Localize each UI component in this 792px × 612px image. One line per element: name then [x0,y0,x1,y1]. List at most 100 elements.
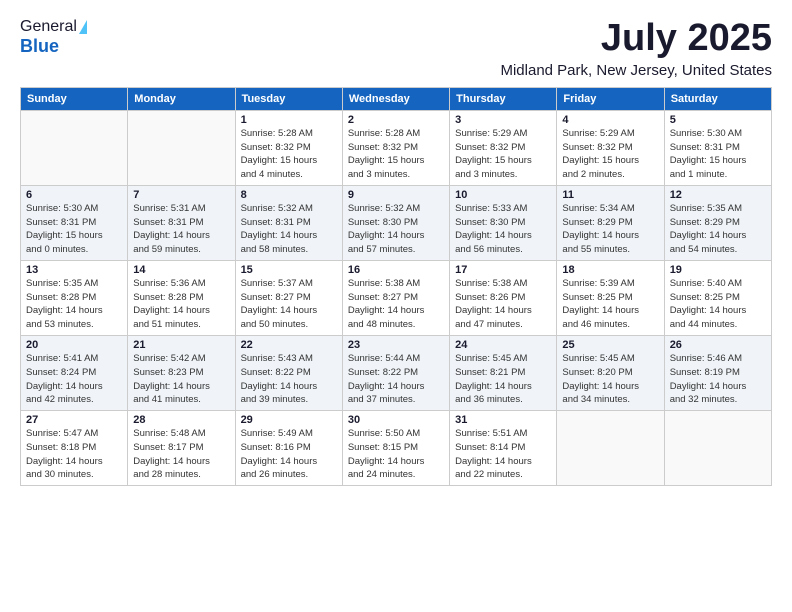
day-info: Sunrise: 5:49 AM Sunset: 8:16 PM Dayligh… [241,427,337,482]
table-row: 5Sunrise: 5:30 AM Sunset: 8:31 PM Daylig… [664,110,771,185]
day-info: Sunrise: 5:32 AM Sunset: 8:31 PM Dayligh… [241,202,337,257]
day-number: 13 [26,264,122,276]
table-row: 24Sunrise: 5:45 AM Sunset: 8:21 PM Dayli… [450,335,557,410]
day-number: 5 [670,114,766,126]
day-number: 23 [348,339,444,351]
col-tuesday: Tuesday [235,87,342,110]
table-row: 26Sunrise: 5:46 AM Sunset: 8:19 PM Dayli… [664,335,771,410]
day-number: 18 [562,264,658,276]
day-info: Sunrise: 5:48 AM Sunset: 8:17 PM Dayligh… [133,427,229,482]
day-info: Sunrise: 5:33 AM Sunset: 8:30 PM Dayligh… [455,202,551,257]
logo-blue: Blue [20,36,59,57]
table-row: 7Sunrise: 5:31 AM Sunset: 8:31 PM Daylig… [128,185,235,260]
table-row: 13Sunrise: 5:35 AM Sunset: 8:28 PM Dayli… [21,260,128,335]
table-row [128,110,235,185]
calendar-week-row: 13Sunrise: 5:35 AM Sunset: 8:28 PM Dayli… [21,260,772,335]
day-info: Sunrise: 5:43 AM Sunset: 8:22 PM Dayligh… [241,352,337,407]
logo: General Blue [20,18,87,57]
day-info: Sunrise: 5:47 AM Sunset: 8:18 PM Dayligh… [26,427,122,482]
table-row [664,411,771,486]
table-row: 29Sunrise: 5:49 AM Sunset: 8:16 PM Dayli… [235,411,342,486]
day-info: Sunrise: 5:30 AM Sunset: 8:31 PM Dayligh… [670,127,766,182]
day-number: 16 [348,264,444,276]
calendar-week-row: 27Sunrise: 5:47 AM Sunset: 8:18 PM Dayli… [21,411,772,486]
table-row: 8Sunrise: 5:32 AM Sunset: 8:31 PM Daylig… [235,185,342,260]
table-row: 9Sunrise: 5:32 AM Sunset: 8:30 PM Daylig… [342,185,449,260]
day-number: 31 [455,414,551,426]
day-info: Sunrise: 5:38 AM Sunset: 8:27 PM Dayligh… [348,277,444,332]
table-row: 21Sunrise: 5:42 AM Sunset: 8:23 PM Dayli… [128,335,235,410]
table-row: 6Sunrise: 5:30 AM Sunset: 8:31 PM Daylig… [21,185,128,260]
table-row: 10Sunrise: 5:33 AM Sunset: 8:30 PM Dayli… [450,185,557,260]
table-row [557,411,664,486]
day-number: 26 [670,339,766,351]
day-number: 21 [133,339,229,351]
day-number: 19 [670,264,766,276]
day-info: Sunrise: 5:46 AM Sunset: 8:19 PM Dayligh… [670,352,766,407]
day-number: 15 [241,264,337,276]
table-row: 23Sunrise: 5:44 AM Sunset: 8:22 PM Dayli… [342,335,449,410]
day-info: Sunrise: 5:42 AM Sunset: 8:23 PM Dayligh… [133,352,229,407]
day-info: Sunrise: 5:37 AM Sunset: 8:27 PM Dayligh… [241,277,337,332]
table-row: 19Sunrise: 5:40 AM Sunset: 8:25 PM Dayli… [664,260,771,335]
table-row: 15Sunrise: 5:37 AM Sunset: 8:27 PM Dayli… [235,260,342,335]
day-number: 8 [241,189,337,201]
table-row: 27Sunrise: 5:47 AM Sunset: 8:18 PM Dayli… [21,411,128,486]
table-row: 25Sunrise: 5:45 AM Sunset: 8:20 PM Dayli… [557,335,664,410]
calendar-week-row: 6Sunrise: 5:30 AM Sunset: 8:31 PM Daylig… [21,185,772,260]
day-number: 28 [133,414,229,426]
month-title: July 2025 [500,18,772,60]
table-row: 20Sunrise: 5:41 AM Sunset: 8:24 PM Dayli… [21,335,128,410]
table-row: 12Sunrise: 5:35 AM Sunset: 8:29 PM Dayli… [664,185,771,260]
day-info: Sunrise: 5:35 AM Sunset: 8:29 PM Dayligh… [670,202,766,257]
day-number: 2 [348,114,444,126]
logo-triangle-icon [79,20,87,34]
table-row: 22Sunrise: 5:43 AM Sunset: 8:22 PM Dayli… [235,335,342,410]
day-info: Sunrise: 5:45 AM Sunset: 8:21 PM Dayligh… [455,352,551,407]
day-info: Sunrise: 5:41 AM Sunset: 8:24 PM Dayligh… [26,352,122,407]
day-number: 30 [348,414,444,426]
table-row: 28Sunrise: 5:48 AM Sunset: 8:17 PM Dayli… [128,411,235,486]
day-info: Sunrise: 5:28 AM Sunset: 8:32 PM Dayligh… [241,127,337,182]
day-number: 11 [562,189,658,201]
day-number: 12 [670,189,766,201]
table-row [21,110,128,185]
col-thursday: Thursday [450,87,557,110]
day-number: 4 [562,114,658,126]
day-info: Sunrise: 5:50 AM Sunset: 8:15 PM Dayligh… [348,427,444,482]
day-info: Sunrise: 5:39 AM Sunset: 8:25 PM Dayligh… [562,277,658,332]
day-number: 1 [241,114,337,126]
day-info: Sunrise: 5:32 AM Sunset: 8:30 PM Dayligh… [348,202,444,257]
day-number: 14 [133,264,229,276]
table-row: 3Sunrise: 5:29 AM Sunset: 8:32 PM Daylig… [450,110,557,185]
table-row: 11Sunrise: 5:34 AM Sunset: 8:29 PM Dayli… [557,185,664,260]
table-row: 18Sunrise: 5:39 AM Sunset: 8:25 PM Dayli… [557,260,664,335]
table-row: 17Sunrise: 5:38 AM Sunset: 8:26 PM Dayli… [450,260,557,335]
table-row: 2Sunrise: 5:28 AM Sunset: 8:32 PM Daylig… [342,110,449,185]
day-info: Sunrise: 5:40 AM Sunset: 8:25 PM Dayligh… [670,277,766,332]
day-info: Sunrise: 5:44 AM Sunset: 8:22 PM Dayligh… [348,352,444,407]
calendar-table: Sunday Monday Tuesday Wednesday Thursday… [20,87,772,486]
day-number: 22 [241,339,337,351]
col-wednesday: Wednesday [342,87,449,110]
logo-general: General [20,18,77,36]
calendar-week-row: 1Sunrise: 5:28 AM Sunset: 8:32 PM Daylig… [21,110,772,185]
day-info: Sunrise: 5:51 AM Sunset: 8:14 PM Dayligh… [455,427,551,482]
header: General Blue July 2025 Midland Park, New… [20,18,772,79]
day-number: 25 [562,339,658,351]
day-number: 29 [241,414,337,426]
col-saturday: Saturday [664,87,771,110]
table-row: 31Sunrise: 5:51 AM Sunset: 8:14 PM Dayli… [450,411,557,486]
col-sunday: Sunday [21,87,128,110]
table-row: 30Sunrise: 5:50 AM Sunset: 8:15 PM Dayli… [342,411,449,486]
day-number: 6 [26,189,122,201]
location-title: Midland Park, New Jersey, United States [500,62,772,79]
col-friday: Friday [557,87,664,110]
day-number: 9 [348,189,444,201]
day-info: Sunrise: 5:28 AM Sunset: 8:32 PM Dayligh… [348,127,444,182]
title-block: July 2025 Midland Park, New Jersey, Unit… [500,18,772,79]
day-info: Sunrise: 5:34 AM Sunset: 8:29 PM Dayligh… [562,202,658,257]
day-number: 3 [455,114,551,126]
day-number: 20 [26,339,122,351]
day-info: Sunrise: 5:29 AM Sunset: 8:32 PM Dayligh… [562,127,658,182]
